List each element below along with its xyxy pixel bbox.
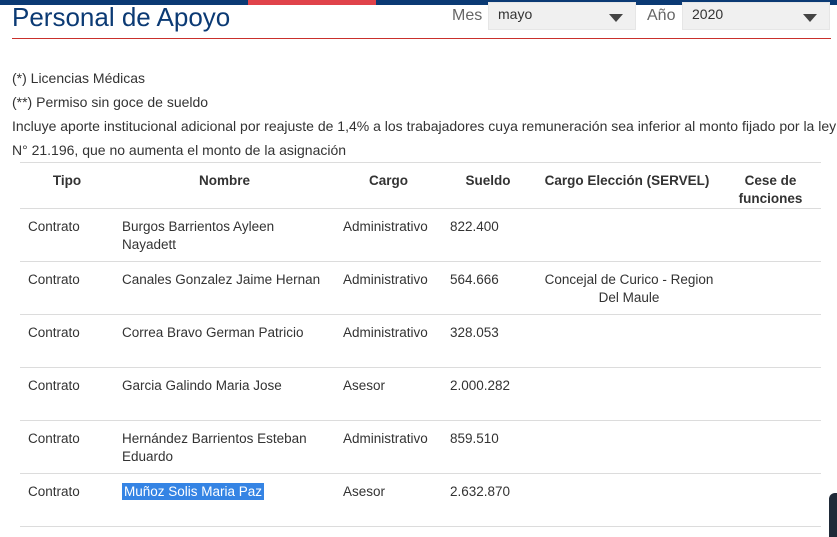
cell-cargo-eleccion: [534, 420, 720, 474]
cell-tipo: Contrato: [20, 367, 114, 421]
cell-cargo: Asesor: [335, 367, 442, 421]
cell-cargo: Administrativo: [335, 420, 442, 474]
corner-scroll-widget[interactable]: [829, 493, 837, 537]
header-cese[interactable]: Cese de funciones: [720, 162, 821, 209]
cell-cargo-eleccion: [534, 208, 720, 262]
cell-cese: [720, 314, 821, 368]
top-bar-segment-red: [248, 0, 376, 5]
cell-cargo-eleccion: [534, 473, 720, 527]
cell-tipo: Contrato: [20, 208, 114, 262]
cell-cese: [720, 420, 821, 474]
month-label: Mes: [452, 7, 483, 24]
note-licencias: (*) Licencias Médicas: [12, 70, 146, 86]
cell-cese: [720, 367, 821, 421]
table-row: Contrato Burgos Barrientos Ayleen Nayade…: [20, 208, 821, 262]
table-header-row: Tipo Nombre Cargo Sueldo Cargo Elección …: [20, 162, 821, 209]
cell-cargo-eleccion: Concejal de Curico - Region Del Maule: [534, 261, 720, 315]
cell-nombre: Correa Bravo German Patricio: [114, 314, 335, 368]
year-label: Año: [647, 7, 676, 24]
header-cargo-eleccion[interactable]: Cargo Elección (SERVEL): [534, 162, 720, 209]
table-row: Contrato Muñoz Solis Maria Paz Asesor 2.…: [20, 473, 821, 527]
header-cargo[interactable]: Cargo: [335, 162, 442, 209]
header-sueldo[interactable]: Sueldo: [442, 162, 534, 209]
table-row: Contrato Garcia Galindo Maria Jose Aseso…: [20, 367, 821, 421]
cell-sueldo: 2.000.282: [442, 367, 534, 421]
personal-table: Tipo Nombre Cargo Sueldo Cargo Elección …: [20, 162, 821, 527]
month-select[interactable]: mayo: [488, 2, 636, 30]
cell-cargo: Administrativo: [335, 208, 442, 262]
caret-down-icon: [803, 14, 817, 22]
cell-sueldo: 328.053: [442, 314, 534, 368]
cell-nombre: Burgos Barrientos Ayleen Nayadett: [114, 208, 335, 262]
cell-nombre: Canales Gonzalez Jaime Hernan: [114, 261, 335, 315]
year-select-value: 2020: [692, 6, 724, 22]
cell-cese: [720, 473, 821, 527]
cell-nombre: Garcia Galindo Maria Jose: [114, 367, 335, 421]
cell-sueldo: 564.666: [442, 261, 534, 315]
header-nombre[interactable]: Nombre: [114, 162, 335, 209]
cell-cargo: Asesor: [335, 473, 442, 527]
notes-section: (*) Licencias Médicas (**) Permiso sin g…: [12, 66, 837, 162]
note-permiso: (**) Permiso sin goce de sueldo: [12, 94, 209, 110]
cell-tipo: Contrato: [20, 473, 114, 527]
table-row: Contrato Canales Gonzalez Jaime Hernan A…: [20, 261, 821, 315]
cell-sueldo: 859.510: [442, 420, 534, 474]
note-aporte: Incluye aporte institucional adicional p…: [12, 118, 837, 158]
month-select-value: mayo: [498, 6, 533, 22]
caret-down-icon: [609, 14, 623, 22]
page-title: Personal de Apoyo: [12, 2, 231, 32]
cell-nombre: Hernández Barrientos Esteban Eduardo: [114, 420, 335, 474]
title-divider: [12, 38, 831, 39]
table-row: Contrato Correa Bravo German Patricio Ad…: [20, 314, 821, 368]
header-tipo[interactable]: Tipo: [20, 162, 114, 209]
cell-cargo: Administrativo: [335, 314, 442, 368]
cell-nombre[interactable]: Muñoz Solis Maria Paz: [114, 473, 335, 527]
cell-cargo-eleccion: [534, 367, 720, 421]
cell-tipo: Contrato: [20, 261, 114, 315]
year-select[interactable]: 2020: [682, 2, 830, 30]
cell-cese: [720, 208, 821, 262]
cell-tipo: Contrato: [20, 314, 114, 368]
cell-cargo-eleccion: [534, 314, 720, 368]
table-row: Contrato Hernández Barrientos Esteban Ed…: [20, 420, 821, 474]
selected-text-highlight[interactable]: Muñoz Solis Maria Paz: [122, 483, 265, 500]
cell-sueldo: 822.400: [442, 208, 534, 262]
cell-sueldo: 2.632.870: [442, 473, 534, 527]
cell-cargo: Administrativo: [335, 261, 442, 315]
cell-cese: [720, 261, 821, 315]
cell-tipo: Contrato: [20, 420, 114, 474]
